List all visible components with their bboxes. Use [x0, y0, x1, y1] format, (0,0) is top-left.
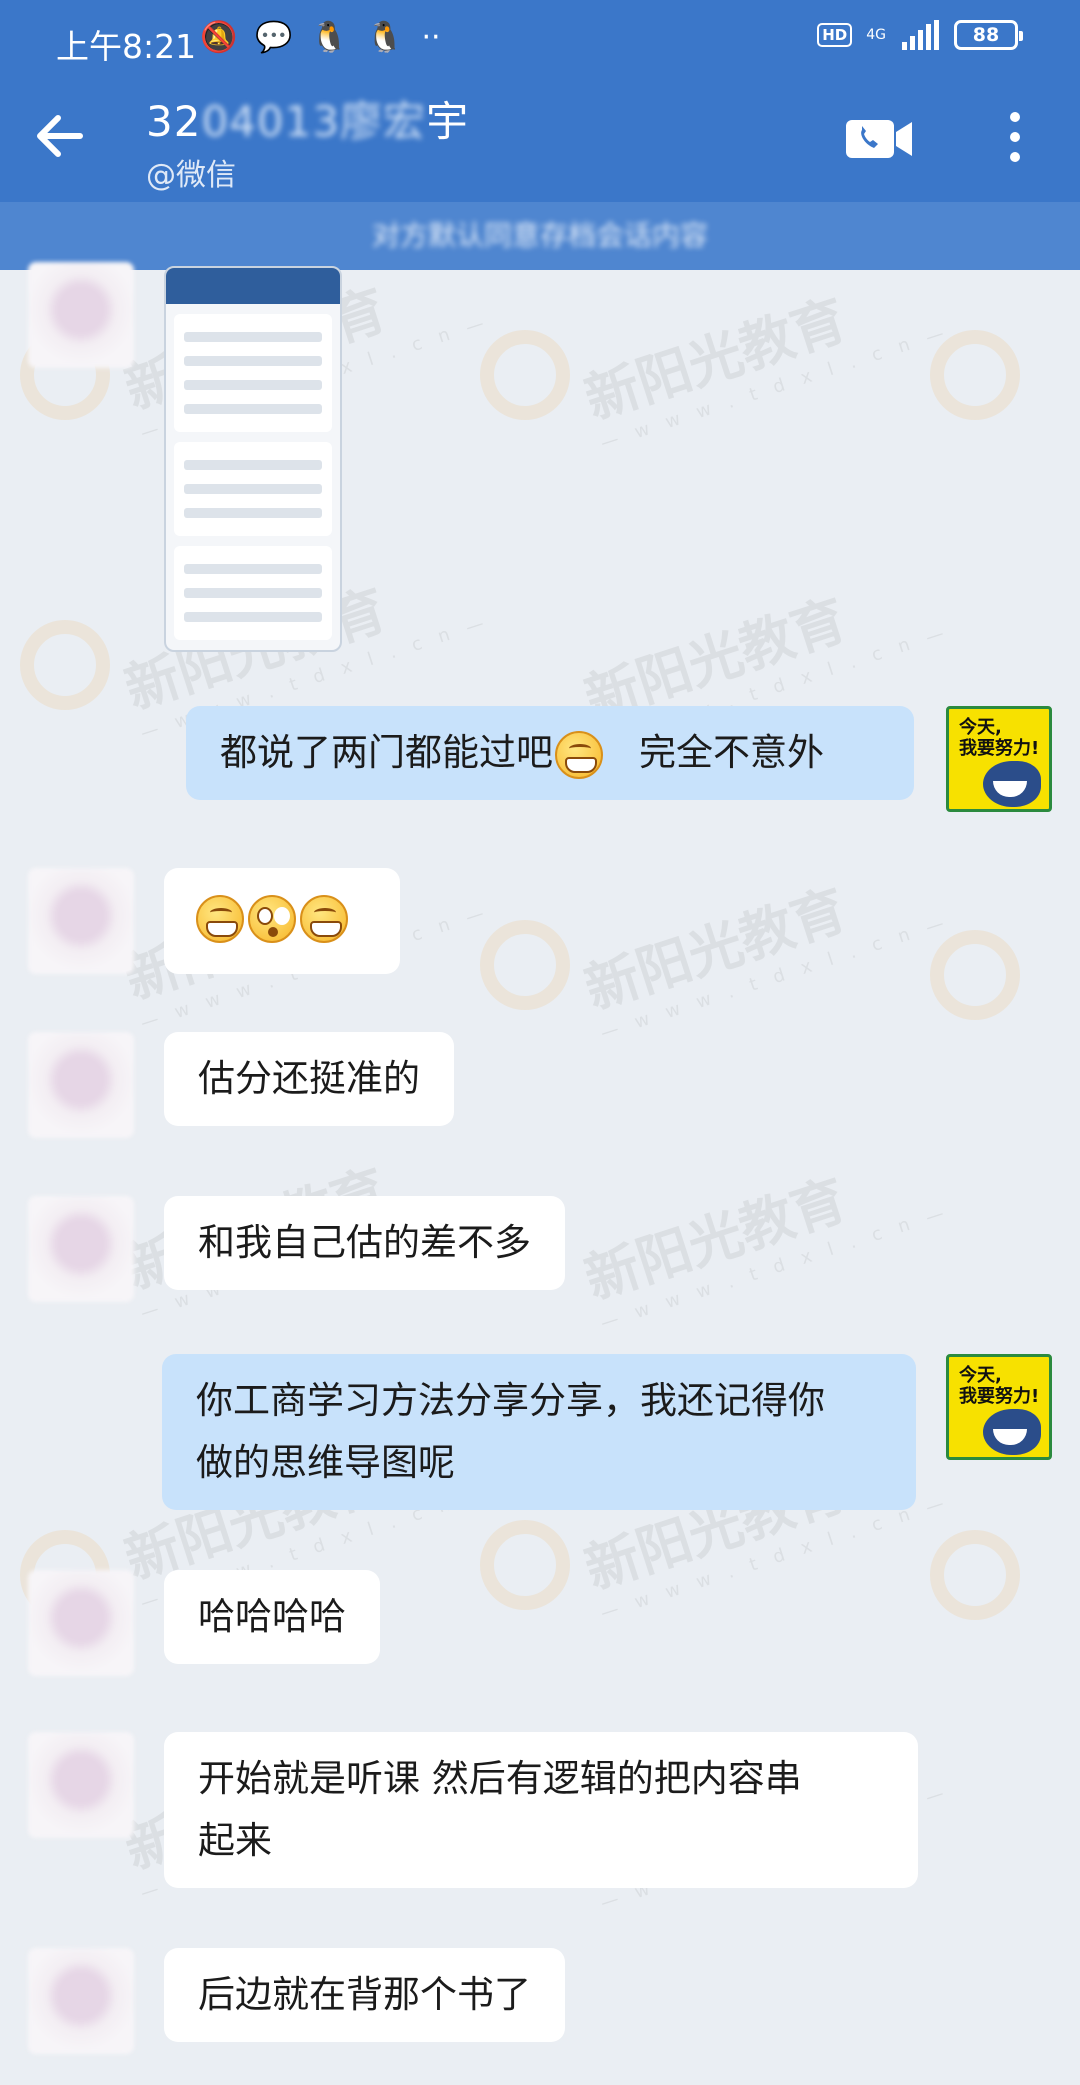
message-text-line: 做的思维导图呢 — [196, 1441, 455, 1484]
grin-emoji-icon — [300, 894, 348, 943]
app-header: 上午8:21 🔕 💬 🐧 🐧 ·· HD 4G 88 3204013廖宏宇 @微… — [0, 0, 1080, 202]
watermark-logo — [480, 920, 570, 1010]
contact-avatar[interactable] — [28, 262, 134, 368]
message-bubble-in[interactable]: 后边就在背那个书了 — [164, 1948, 565, 2042]
system-status: HD 4G 88 — [817, 20, 1023, 50]
contact-avatar[interactable] — [28, 868, 134, 974]
message-bubble-out[interactable]: 都说了两门都能过吧 完全不意外 — [186, 706, 914, 800]
message-text: 后边就在背那个书了 — [198, 1973, 531, 2016]
watermark-logo — [480, 1520, 570, 1610]
qq-icon-2: 🐧 — [366, 20, 404, 55]
watermark-text: 新阳光教育— w w w . t d x l . c n — — [577, 287, 953, 455]
message-image-screenshot[interactable] — [164, 266, 342, 652]
shark-mascot-icon — [983, 1409, 1041, 1455]
message-text: 完全不意外 — [639, 731, 824, 774]
watermark-logo — [930, 330, 1020, 420]
shark-mascot-icon — [983, 761, 1041, 807]
contact-avatar[interactable] — [28, 1032, 134, 1138]
contact-avatar[interactable] — [28, 1732, 134, 1838]
my-avatar[interactable]: 今天, 我要努力! — [946, 706, 1052, 812]
contact-avatar[interactable] — [28, 1196, 134, 1302]
video-call-icon[interactable] — [846, 116, 912, 162]
contact-avatar[interactable] — [28, 1570, 134, 1676]
title-redacted: 04013廖宏 — [201, 97, 427, 146]
message-text-line: 起来 — [198, 1819, 272, 1862]
title-suffix: 宇 — [426, 97, 470, 146]
message-bubble-out[interactable]: 你工商学习方法分享分享，我还记得你 做的思维导图呢 — [162, 1354, 916, 1510]
message-text-line: 你工商学习方法分享分享，我还记得你 — [196, 1379, 825, 1422]
qq-icon: 🐧 — [310, 20, 349, 55]
flushed-emoji-icon — [248, 894, 296, 943]
more-options-icon[interactable] — [1000, 106, 1030, 172]
grin-emoji-icon — [196, 894, 244, 943]
grin-emoji-icon — [555, 730, 603, 779]
watermark-logo — [20, 620, 110, 710]
watermark-text: 新阳光教育— w w w . t d x l . c n — — [577, 1167, 953, 1335]
signal-icon — [902, 20, 939, 50]
message-bubble-in[interactable]: 和我自己估的差不多 — [164, 1196, 565, 1290]
status-bar: 上午8:21 🔕 💬 🐧 🐧 ·· HD 4G 88 — [0, 0, 1080, 84]
notification-icons: 🔕 💬 🐧 🐧 ·· — [200, 20, 441, 55]
battery-indicator: 88 — [954, 20, 1023, 50]
hd-badge: HD — [817, 23, 853, 47]
wechat-icon: 💬 — [255, 20, 293, 55]
more-notifications: ·· — [421, 20, 441, 55]
message-bubble-in-emoji[interactable] — [164, 868, 400, 974]
my-avatar[interactable]: 今天, 我要努力! — [946, 1354, 1052, 1460]
watermark-logo — [930, 930, 1020, 1020]
contact-source: @微信 — [146, 158, 236, 193]
title-prefix: 32 — [146, 97, 202, 146]
archive-notice: 对方默认同意存档会话内容 — [0, 202, 1080, 270]
message-text: 都说了两门都能过吧 — [220, 731, 553, 774]
contact-avatar[interactable] — [28, 1948, 134, 2054]
message-text: 和我自己估的差不多 — [198, 1221, 531, 1264]
message-bubble-in[interactable]: 估分还挺准的 — [164, 1032, 454, 1126]
mute-bell-icon: 🔕 — [200, 20, 238, 55]
message-text: 哈哈哈哈 — [198, 1595, 346, 1638]
watermark-text: 新阳光教育— w w w . t d x l . c n — — [577, 877, 953, 1045]
message-text-line: 开始就是听课 然后有逻辑的把内容串 — [198, 1757, 802, 1800]
network-label: 4G — [866, 27, 886, 43]
message-text: 估分还挺准的 — [198, 1057, 420, 1100]
watermark-logo — [930, 1530, 1020, 1620]
back-arrow-icon[interactable] — [30, 106, 90, 166]
message-bubble-in[interactable]: 开始就是听课 然后有逻辑的把内容串 起来 — [164, 1732, 918, 1888]
message-bubble-in[interactable]: 哈哈哈哈 — [164, 1570, 380, 1664]
watermark-logo — [480, 330, 570, 420]
contact-title: 3204013廖宏宇 — [146, 88, 469, 149]
status-time: 上午8:21 — [56, 27, 197, 66]
